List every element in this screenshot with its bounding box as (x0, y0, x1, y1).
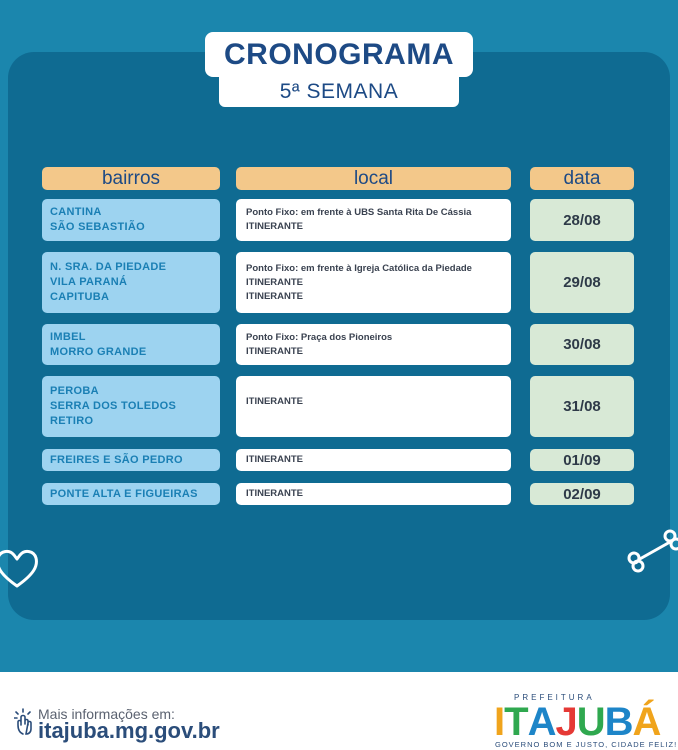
local-text: ITINERANTE (246, 221, 303, 232)
table-row-1-local: Ponto Fixo: em frente à UBS Santa Rita D… (236, 199, 511, 241)
bairro-name: RETIRO (50, 415, 94, 427)
bairro-name: MORRO GRANDE (50, 345, 147, 358)
bairro-name: PONTE ALTA E FIGUEIRAS (50, 487, 198, 500)
logo-letter: U (576, 700, 606, 744)
bone-icon (627, 529, 678, 573)
local-text: ITINERANTE (246, 276, 303, 288)
heart-icon (0, 549, 38, 588)
table-row-4-bairros: PEROBA SERRA DOS TOLEDOS RETIRO (42, 376, 220, 437)
bairro-name: CANTINA (50, 206, 102, 218)
header-data: data (530, 167, 634, 190)
table-row-6-local: ITINERANTE (236, 483, 511, 505)
table-row-5-bairros: FREIRES E SÃO PEDRO (42, 449, 220, 471)
local-text: ITINERANTE (246, 454, 303, 465)
bairro-name: SÃO SEBASTIÃO (50, 221, 145, 233)
header-bairros: bairros (42, 167, 220, 190)
logo-letter: J (555, 700, 577, 744)
table-row-2-local: Ponto Fixo: em frente à Igreja Católica … (236, 252, 511, 313)
logo-letter: A (527, 700, 557, 744)
local-text: Ponto Fixo: em frente à UBS Santa Rita D… (246, 207, 472, 218)
table-row-1-bairros: CANTINA SÃO SEBASTIÃO (42, 199, 220, 241)
table-row-4-date: 31/08 (530, 376, 634, 437)
logo-itajuba: ITAJUBÁ (494, 700, 661, 744)
touch-icon (14, 708, 32, 735)
bairro-name: VILA PARANÁ (50, 276, 128, 288)
table-row-3-local: Ponto Fixo: Praça dos Pioneiros ITINERAN… (236, 324, 511, 365)
bairro-name: N. SRA. DA PIEDADE (50, 261, 167, 273)
week-label: 5ª SEMANA (219, 77, 459, 107)
page-title: CRONOGRAMA (205, 32, 473, 77)
logo-letter: T (504, 700, 528, 744)
logo-letter: I (494, 700, 505, 744)
table-row-3-bairros: IMBEL MORRO GRANDE (42, 324, 220, 365)
local-text: ITINERANTE (246, 290, 303, 302)
bairro-name: CAPITUBA (50, 291, 110, 303)
logo-tagline: GOVERNO BOM E JUSTO, CIDADE FELIZ! (495, 740, 678, 749)
table-row-2-date: 29/08 (530, 252, 634, 313)
table-row-5-date: 01/09 (530, 449, 634, 471)
local-text: ITINERANTE (246, 396, 303, 407)
table-row-1-date: 28/08 (530, 199, 634, 241)
bairro-name: SERRA DOS TOLEDOS (50, 400, 177, 412)
logo-letter: Á (632, 700, 661, 744)
logo-letter: B (604, 700, 634, 744)
table-row-3-date: 30/08 (530, 324, 634, 365)
local-text: Ponto Fixo: Praça dos Pioneiros (246, 331, 393, 343)
bairro-name: PEROBA (50, 385, 99, 397)
table-row-6-bairros: PONTE ALTA E FIGUEIRAS (42, 483, 220, 505)
header-local: local (236, 167, 511, 190)
table-row-5-local: ITINERANTE (236, 449, 511, 471)
local-text: Ponto Fixo: em frente à Igreja Católica … (246, 262, 472, 274)
website-link[interactable]: itajuba.mg.gov.br (38, 718, 220, 744)
table-row-2-bairros: N. SRA. DA PIEDADE VILA PARANÁ CAPITUBA (42, 252, 220, 313)
table-row-4-local: ITINERANTE (236, 376, 511, 437)
local-text: ITINERANTE (246, 345, 303, 357)
table-row-6-date: 02/09 (530, 483, 634, 505)
local-text: ITINERANTE (246, 488, 303, 499)
bairro-name: FREIRES E SÃO PEDRO (50, 453, 183, 466)
bairro-name: IMBEL (50, 330, 86, 343)
